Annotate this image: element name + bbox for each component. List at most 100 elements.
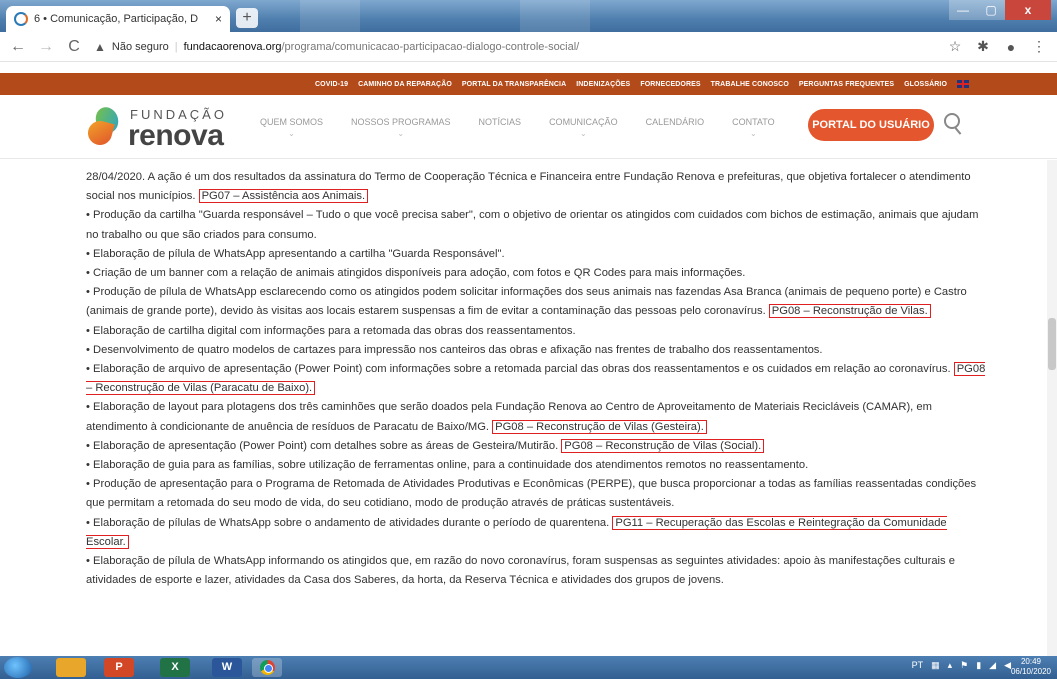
paragraph: 28/04/2020. A ação é um dos resultados d… bbox=[86, 168, 986, 206]
nav-quem-somos[interactable]: QUEM SOMOS ⌄ bbox=[260, 117, 323, 138]
extensions-puzzle-icon[interactable]: ✱ bbox=[975, 38, 991, 55]
nav-label: NOSSOS PROGRAMAS bbox=[351, 117, 451, 127]
tab-title: 6 • Comunicação, Participação, D bbox=[34, 13, 199, 25]
article-body: 28/04/2020. A ação é um dos resultados d… bbox=[86, 168, 986, 590]
strip-link-glossario[interactable]: GLOSSÁRIO bbox=[904, 81, 947, 88]
scrollbar-thumb[interactable] bbox=[1048, 318, 1056, 370]
fundacao-renova-logo[interactable]: FUNDAÇÃO renova bbox=[85, 103, 248, 152]
nav-comunicacao[interactable]: COMUNICAÇÃO ⌄ bbox=[549, 117, 618, 138]
chevron-down-icon: ⌄ bbox=[397, 129, 405, 138]
windows-start-icon[interactable] bbox=[4, 657, 32, 678]
page-scrollbar[interactable] bbox=[1047, 160, 1057, 656]
site-utility-bar: COVID-19 CAMINHO DA REPARAÇÃO PORTAL DA … bbox=[0, 73, 1057, 95]
nav-calendario[interactable]: CALENDÁRIO bbox=[646, 117, 705, 138]
bookmark-star-icon[interactable]: ☆ bbox=[947, 38, 963, 55]
tab-close-button[interactable]: × bbox=[215, 12, 222, 26]
highlight-tag-pg08: PG08 – Reconstrução de Vilas. bbox=[768, 304, 931, 319]
url-field[interactable]: ▲ Não seguro | fundacaorenova.org/progra… bbox=[94, 35, 935, 59]
background-window-glass bbox=[520, 0, 590, 32]
chevron-down-icon: ⌄ bbox=[749, 129, 757, 138]
strip-link-covid[interactable]: COVID-19 bbox=[315, 81, 348, 88]
chrome-taskbar-button[interactable] bbox=[252, 658, 282, 677]
file-explorer-icon[interactable] bbox=[56, 658, 86, 677]
paragraph: • Elaboração de apresentação (Power Poin… bbox=[86, 437, 986, 456]
strip-link-perguntas[interactable]: PERGUNTAS FREQUENTES bbox=[799, 81, 894, 88]
powerpoint-icon[interactable]: P bbox=[104, 658, 134, 677]
keyboard-icon[interactable]: ▦ bbox=[931, 660, 940, 671]
paragraph: • Elaboração de pílula de WhatsApp infor… bbox=[86, 555, 955, 587]
system-tray: PT ▦ ▴ ⚑ ▮ ◢ ◀ bbox=[912, 660, 1011, 671]
url-path: /programa/comunicacao-participacao-dialo… bbox=[281, 40, 580, 53]
profile-avatar-icon[interactable]: ● bbox=[1003, 39, 1019, 55]
highlight-tag-pg08-social: PG08 – Reconstrução de Vilas (Social). bbox=[561, 438, 765, 453]
strip-link-indenizacoes[interactable]: INDENIZAÇÕES bbox=[576, 81, 630, 88]
main-nav: QUEM SOMOS ⌄ NOSSOS PROGRAMAS ⌄ NOTÍCIAS C… bbox=[260, 117, 775, 138]
word-icon[interactable]: W bbox=[212, 658, 242, 677]
minimize-button[interactable]: — bbox=[949, 0, 977, 20]
back-button[interactable]: ← bbox=[10, 38, 26, 56]
url-host: fundacaorenova.org bbox=[183, 40, 282, 53]
paragraph: • Elaboração de guia para as famílias, s… bbox=[86, 459, 809, 472]
flag-icon[interactable]: ⚑ bbox=[960, 660, 968, 671]
strip-link-transparencia[interactable]: PORTAL DA TRANSPARÊNCIA bbox=[462, 81, 566, 88]
menu-kebab-icon[interactable]: ⋮ bbox=[1031, 38, 1047, 55]
site-search-icon[interactable] bbox=[942, 111, 964, 137]
background-window-glass bbox=[300, 0, 360, 32]
address-bar: ← → C ▲ Não seguro | fundacaorenova.org/… bbox=[0, 32, 1057, 62]
new-tab-button[interactable]: + bbox=[236, 8, 258, 28]
forward-button[interactable]: → bbox=[38, 38, 54, 56]
logo-mark-icon bbox=[85, 104, 122, 148]
browser-title-bar: 6 • Comunicação, Participação, D × + — ▢… bbox=[0, 0, 1057, 32]
volume-icon[interactable]: ◀ bbox=[1004, 660, 1011, 671]
paragraph: • Desenvolvimento de quatro modelos de c… bbox=[86, 343, 823, 356]
warning-icon[interactable]: ▲ bbox=[94, 40, 106, 54]
up-arrow-icon[interactable]: ▴ bbox=[948, 660, 953, 671]
paragraph: • Criação de um banner com a relação de … bbox=[86, 267, 746, 280]
maximize-button[interactable]: ▢ bbox=[977, 0, 1005, 20]
uk-flag-icon[interactable] bbox=[957, 80, 969, 88]
close-window-button[interactable]: x bbox=[1005, 0, 1051, 20]
highlight-tag-pg08-gesteira: PG08 – Reconstrução de Vilas (Gesteira). bbox=[492, 419, 707, 434]
signal-icon[interactable]: ◢ bbox=[989, 660, 996, 671]
paragraph: • Elaboração de pílula de WhatsApp apres… bbox=[86, 247, 505, 260]
paragraph: • Elaboração de layout para plotagens do… bbox=[86, 398, 986, 436]
strip-link-fornecedores[interactable]: FORNECEDORES bbox=[640, 81, 700, 88]
url-separator: | bbox=[174, 40, 178, 53]
system-clock[interactable]: 20:49 06/10/2020 bbox=[1011, 657, 1051, 677]
paragraph-text: • Elaboração de arquivo de apresentação … bbox=[86, 363, 951, 376]
language-indicator[interactable]: PT bbox=[912, 660, 924, 671]
chrome-icon bbox=[259, 660, 275, 675]
logo-text-main: renova bbox=[128, 119, 224, 152]
reload-button[interactable]: C bbox=[66, 38, 82, 56]
nav-label: CONTATO bbox=[732, 117, 775, 127]
search-ring bbox=[944, 113, 960, 129]
nav-contato[interactable]: CONTATO ⌄ bbox=[732, 117, 775, 138]
paragraph: • Produção de apresentação para o Progra… bbox=[86, 478, 977, 510]
paragraph: • Elaboração de arquivo de apresentação … bbox=[86, 360, 986, 398]
site-favicon-icon bbox=[14, 12, 28, 26]
highlight-tag-pg07: PG07 – Assistência aos Animais. bbox=[198, 189, 369, 204]
nav-label: NOTÍCIAS bbox=[478, 117, 522, 127]
site-header: FUNDAÇÃO renova QUEM SOMOS ⌄ NOSSOS PROGR… bbox=[0, 95, 1057, 159]
paragraph: • Produção da cartilha "Guarda responsáv… bbox=[86, 209, 979, 241]
os-taskbar: P X W PT ▦ ▴ ⚑ ▮ ◢ ◀ 20:49 06/10/2020 bbox=[0, 656, 1057, 679]
search-handle bbox=[954, 127, 962, 135]
nav-label: COMUNICAÇÃO bbox=[549, 117, 618, 127]
paragraph-text: • Elaboração de pílulas de WhatsApp sobr… bbox=[86, 516, 610, 529]
excel-icon[interactable]: X bbox=[160, 658, 190, 677]
paragraph: • Elaboração de cartilha digital com inf… bbox=[86, 324, 576, 337]
nav-noticias[interactable]: NOTÍCIAS bbox=[479, 117, 522, 138]
portal-do-usuario-button[interactable]: PORTAL DO USUÁRIO bbox=[808, 109, 934, 141]
window-controls: — ▢ x bbox=[949, 0, 1051, 20]
browser-tab[interactable]: 6 • Comunicação, Participação, D × bbox=[6, 6, 230, 32]
chevron-down-icon: ⌄ bbox=[288, 129, 295, 138]
nav-label: QUEM SOMOS bbox=[260, 117, 324, 127]
strip-link-caminho[interactable]: CAMINHO DA REPARAÇÃO bbox=[358, 81, 452, 88]
battery-icon[interactable]: ▮ bbox=[976, 660, 981, 671]
chevron-down-icon: ⌄ bbox=[579, 129, 587, 138]
paragraph-text: • Elaboração de apresentação (Power Poin… bbox=[86, 439, 559, 452]
paragraph: • Elaboração de pílulas de WhatsApp sobr… bbox=[86, 514, 986, 552]
strip-link-trabalhe[interactable]: TRABALHE CONOSCO bbox=[711, 81, 789, 88]
clock-date: 06/10/2020 bbox=[1010, 667, 1051, 676]
nav-nossos-programas[interactable]: NOSSOS PROGRAMAS ⌄ bbox=[351, 117, 451, 138]
